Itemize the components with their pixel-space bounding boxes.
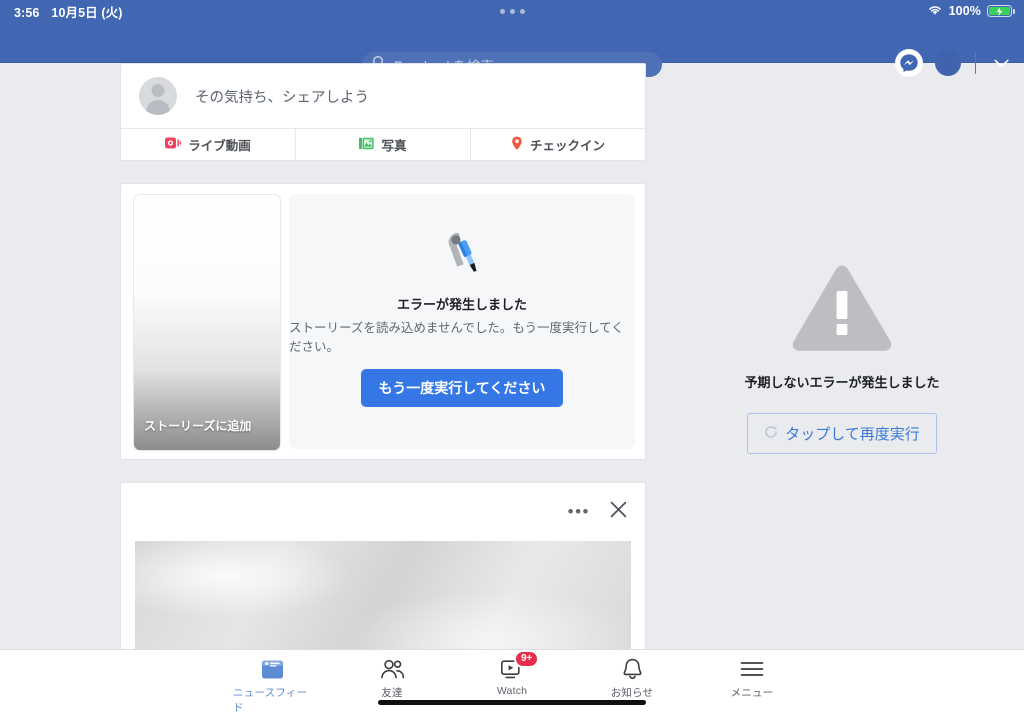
post-composer-card: その気持ち、シェアしよう ライブ動画 写真 チェックイン xyxy=(120,63,646,161)
tab-watch[interactable]: 9+ Watch xyxy=(473,650,551,697)
right-rail-retry-button[interactable]: タップして再度実行 xyxy=(747,413,937,454)
status-bar-dots xyxy=(0,0,1024,22)
more-options-icon[interactable]: ••• xyxy=(568,503,590,520)
right-rail-error-title: 予期しないエラーが発生しました xyxy=(744,375,940,390)
add-to-story-tile[interactable]: ストーリーズに追加 xyxy=(133,194,281,451)
watch-badge: 9+ xyxy=(514,650,540,668)
battery-percent-label: 100% xyxy=(948,4,981,18)
tab-label: お知らせ xyxy=(610,687,654,699)
status-bar-date: 10月5日 (火) xyxy=(51,5,123,20)
hamburger-menu-icon xyxy=(740,657,764,681)
top-navigation-bar: Facebookを検索 xyxy=(0,22,1024,77)
recording-dots-icon xyxy=(519,8,525,14)
wrench-screwdriver-icon xyxy=(438,231,486,282)
tab-notifications[interactable]: お知らせ xyxy=(593,657,671,700)
stories-card: ストーリーズに追加 エラーが発生しました ストーリーズを読み込めませんでした。も… xyxy=(120,183,646,460)
bottom-tab-bar: ニュースフィード 友達 9+ Watch お知らせ メニュー xyxy=(0,649,1024,712)
friends-icon xyxy=(380,657,405,681)
add-to-story-label: ストーリーズに追加 xyxy=(144,419,252,433)
home-indicator[interactable] xyxy=(378,700,646,705)
recording-dots-icon xyxy=(509,8,515,14)
tab-news-feed[interactable]: ニュースフィード xyxy=(233,657,311,712)
composer-action-label: チェックイン xyxy=(529,139,605,153)
tab-label: ニュースフィード xyxy=(233,687,308,712)
composer-action-label: ライブ動画 xyxy=(188,139,251,153)
photo-icon xyxy=(359,137,375,153)
composer-photo-button[interactable]: 写真 xyxy=(295,129,470,160)
live-video-icon xyxy=(165,137,182,152)
composer-checkin-button[interactable]: チェックイン xyxy=(470,129,645,160)
right-rail-retry-label: タップして再度実行 xyxy=(785,426,920,443)
composer-input-row[interactable]: その気持ち、シェアしよう xyxy=(121,64,645,128)
tab-friends[interactable]: 友達 xyxy=(353,657,431,700)
status-bar: 3:56 10月5日 (火) 100% xyxy=(0,0,1024,22)
tab-label: 友達 xyxy=(381,687,403,699)
tab-label: Watch xyxy=(496,685,528,697)
tab-menu[interactable]: メニュー xyxy=(713,657,791,700)
location-pin-icon xyxy=(511,136,523,153)
news-feed-column: その気持ち、シェアしよう ライブ動画 写真 チェックイン ストーリーズに追加 エ… xyxy=(120,63,646,712)
warning-triangle-icon xyxy=(791,263,893,358)
tab-label: メニュー xyxy=(730,687,774,699)
right-rail-error-panel: 予期しないエラーが発生しました タップして再度実行 xyxy=(660,63,1024,649)
post-header: ••• xyxy=(121,483,645,541)
avatar xyxy=(139,77,177,115)
wifi-icon xyxy=(927,4,943,19)
refresh-icon xyxy=(764,425,778,443)
stories-error-panel: エラーが発生しました ストーリーズを読み込めませんでした。もう一度実行してくださ… xyxy=(289,194,635,449)
bell-icon xyxy=(622,657,643,681)
facebook-app-screen: 3:56 10月5日 (火) 100% その気持ち、シェアしよう ライブ動画 写… xyxy=(0,0,1024,712)
status-bar-time: 3:56 xyxy=(14,5,40,20)
stories-retry-button[interactable]: もう一度実行してください xyxy=(360,368,564,407)
composer-live-video-button[interactable]: ライブ動画 xyxy=(121,129,295,160)
recording-dots-icon xyxy=(499,8,505,14)
news-feed-icon xyxy=(261,657,284,681)
battery-charging-icon xyxy=(987,5,1015,17)
stories-error-subtitle: ストーリーズを読み込めませんでした。もう一度実行してください。 xyxy=(289,320,624,354)
composer-action-row: ライブ動画 写真 チェックイン xyxy=(121,128,645,160)
stories-error-title: エラーが発生しました xyxy=(396,296,527,312)
close-icon[interactable] xyxy=(610,501,627,523)
composer-placeholder[interactable]: その気持ち、シェアしよう xyxy=(195,86,369,107)
watch-icon: 9+ xyxy=(500,650,540,681)
composer-action-label: 写真 xyxy=(381,139,407,153)
